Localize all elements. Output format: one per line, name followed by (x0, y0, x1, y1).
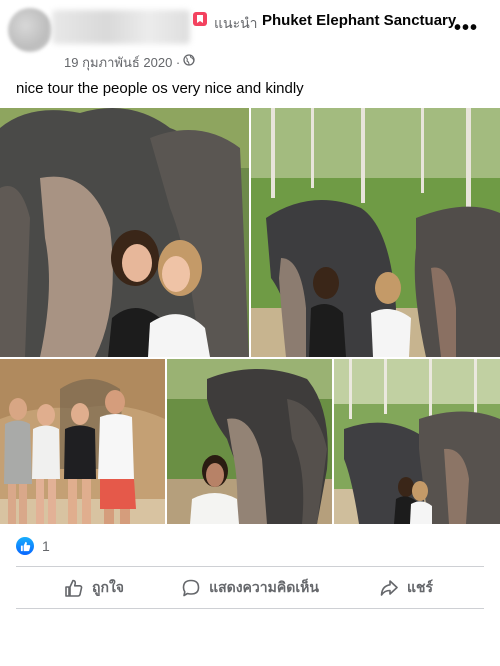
post-text: nice tour the people os very nice and ki… (16, 80, 304, 97)
photo-woman-with-elephant[interactable] (167, 359, 332, 524)
photo-girls-with-two-elephants[interactable] (334, 359, 500, 524)
globe-icon (183, 54, 195, 66)
comment-button[interactable]: แสดงความคิดเห็น (172, 570, 328, 606)
thumbs-up-icon (65, 579, 83, 597)
reaction-count: 1 (42, 538, 50, 554)
more-options-button[interactable]: ••• (452, 16, 480, 40)
more-icon: ••• (453, 17, 478, 39)
comment-label: แสดงความคิดเห็น (209, 579, 319, 595)
author-name-blurred[interactable] (52, 10, 190, 44)
post-date[interactable]: 19 กุมภาพันธ์ 2020 · (64, 52, 180, 73)
avatar[interactable] (8, 8, 52, 52)
photo-grid (0, 108, 500, 524)
recommend-label: แนะนำ (214, 15, 258, 31)
reactions-summary[interactable]: 1 (16, 537, 50, 555)
post-header: แนะนำ Phuket Elephant Sanctuary ••• 19 ก… (0, 0, 500, 74)
page-name-link[interactable]: Phuket Elephant Sanctuary (262, 12, 456, 29)
share-label: แชร์ (406, 579, 434, 595)
share-icon (380, 580, 398, 596)
like-label: ถูกใจ (92, 579, 124, 595)
photo-girls-with-elephants-forest[interactable] (251, 108, 500, 357)
recommend-icon (193, 12, 207, 26)
like-badge-icon (16, 537, 34, 555)
photo-family-group[interactable] (0, 359, 165, 524)
divider (16, 608, 484, 609)
share-button[interactable]: แชร์ (328, 570, 484, 606)
like-button[interactable]: ถูกใจ (16, 570, 172, 606)
divider (16, 566, 484, 567)
action-bar: ถูกใจ แสดงความคิดเห็น แชร์ (16, 570, 484, 606)
comment-icon (182, 579, 200, 597)
photo-two-girls-with-elephant[interactable] (0, 108, 249, 357)
